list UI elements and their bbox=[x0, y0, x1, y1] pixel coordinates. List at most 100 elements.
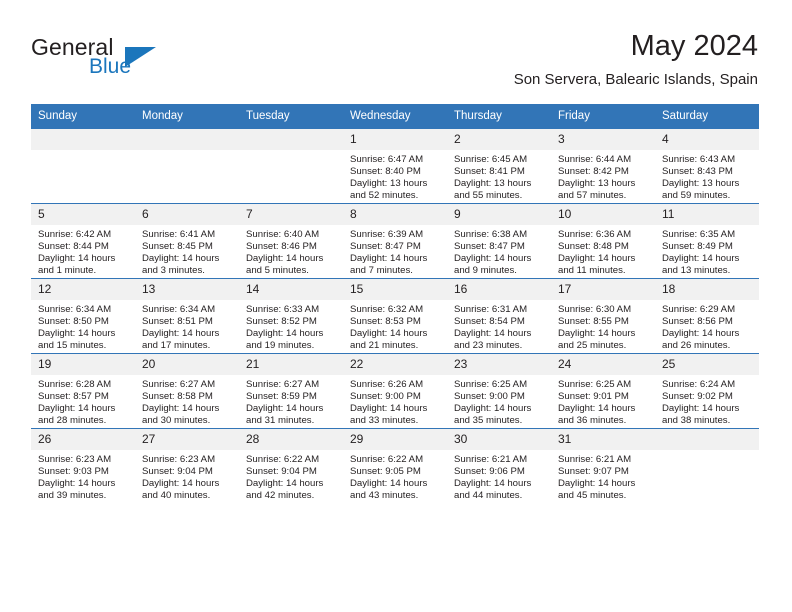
day-number: 5 bbox=[31, 204, 135, 225]
daylight-text-line2: and 11 minutes. bbox=[558, 265, 626, 277]
calendar-day-cell[interactable]: 21 Sunrise: 6:27 AM Sunset: 8:59 PM Dayligh… bbox=[239, 353, 343, 429]
calendar-day-cell[interactable]: 24 Sunrise: 6:25 AM Sunset: 9:01 PM Dayligh… bbox=[551, 353, 655, 429]
daylight-text-line2: and 38 minutes. bbox=[662, 415, 731, 427]
day-number: 8 bbox=[343, 204, 447, 225]
daylight-text-line1: Daylight: 14 hours bbox=[454, 403, 532, 415]
calendar-day-cell[interactable]: 30 Sunrise: 6:21 AM Sunset: 9:06 PM Dayligh… bbox=[447, 428, 551, 503]
sunrise-text: Sunrise: 6:21 AM bbox=[454, 454, 528, 465]
calendar-body: 1 Sunrise: 6:47 AM Sunset: 8:40 PM Daylight… bbox=[31, 129, 759, 503]
calendar-day-cell[interactable]: 27 Sunrise: 6:23 AM Sunset: 9:04 PM Dayligh… bbox=[135, 428, 239, 503]
daylight-text-line2: and 17 minutes. bbox=[142, 340, 211, 352]
calendar-day-cell[interactable]: 17 Sunrise: 6:30 AM Sunset: 8:55 PM Dayligh… bbox=[551, 278, 655, 354]
day-number bbox=[239, 129, 343, 150]
daylight-text-line2: and 25 minutes. bbox=[558, 340, 627, 352]
sunrise-text: Sunrise: 6:38 AM bbox=[454, 229, 528, 240]
calendar-day-cell[interactable]: 15 Sunrise: 6:32 AM Sunset: 8:53 PM Dayligh… bbox=[343, 278, 447, 354]
calendar-day-cell[interactable]: 5 Sunrise: 6:42 AM Sunset: 8:44 PM Daylight… bbox=[31, 203, 135, 279]
calendar-day-cell[interactable]: 28 Sunrise: 6:22 AM Sunset: 9:04 PM Dayligh… bbox=[239, 428, 343, 503]
calendar-day-cell[interactable]: 4 Sunrise: 6:43 AM Sunset: 8:43 PM Daylight… bbox=[655, 129, 759, 204]
calendar-day-cell[interactable]: 12 Sunrise: 6:34 AM Sunset: 8:50 PM Dayligh… bbox=[31, 278, 135, 354]
day-number: 14 bbox=[239, 279, 343, 300]
sunrise-text: Sunrise: 6:44 AM bbox=[558, 154, 632, 165]
calendar-week-row: 12 Sunrise: 6:34 AM Sunset: 8:50 PM Dayligh… bbox=[31, 278, 759, 354]
daylight-text-line2: and 7 minutes. bbox=[350, 265, 413, 277]
calendar-day-cell[interactable]: 26 Sunrise: 6:23 AM Sunset: 9:03 PM Dayligh… bbox=[31, 428, 135, 503]
sunrise-text: Sunrise: 6:40 AM bbox=[246, 229, 320, 240]
daylight-text-line1: Daylight: 14 hours bbox=[246, 403, 324, 415]
daylight-text-line1: Daylight: 14 hours bbox=[350, 253, 428, 265]
calendar-day-cell[interactable]: 9 Sunrise: 6:38 AM Sunset: 8:47 PM Daylight… bbox=[447, 203, 551, 279]
calendar-day-cell[interactable]: 7 Sunrise: 6:40 AM Sunset: 8:46 PM Daylight… bbox=[239, 203, 343, 279]
sunset-text: Sunset: 9:06 PM bbox=[454, 466, 525, 478]
general-blue-logo: General Blue bbox=[31, 34, 231, 90]
sunset-text: Sunset: 9:04 PM bbox=[142, 466, 213, 478]
sunrise-text: Sunrise: 6:23 AM bbox=[142, 454, 216, 465]
sunset-text: Sunset: 8:43 PM bbox=[662, 166, 733, 178]
calendar-day-cell[interactable]: 22 Sunrise: 6:26 AM Sunset: 9:00 PM Dayligh… bbox=[343, 353, 447, 429]
calendar-day-cell[interactable]: 14 Sunrise: 6:33 AM Sunset: 8:52 PM Dayligh… bbox=[239, 278, 343, 354]
sunrise-text: Sunrise: 6:39 AM bbox=[350, 229, 424, 240]
sunset-text: Sunset: 9:01 PM bbox=[558, 391, 629, 403]
sunrise-text: Sunrise: 6:27 AM bbox=[246, 379, 320, 390]
calendar-day-cell[interactable]: 25 Sunrise: 6:24 AM Sunset: 9:02 PM Dayligh… bbox=[655, 353, 759, 429]
sunrise-text: Sunrise: 6:23 AM bbox=[38, 454, 112, 465]
daylight-text-line2: and 59 minutes. bbox=[662, 190, 731, 202]
daylight-text-line2: and 43 minutes. bbox=[350, 490, 419, 502]
day-details: Sunrise: 6:43 AM Sunset: 8:43 PM Daylight:… bbox=[655, 150, 759, 202]
day-details: Sunrise: 6:27 AM Sunset: 8:59 PM Daylight:… bbox=[239, 375, 343, 427]
calendar-day-cell[interactable]: 23 Sunrise: 6:25 AM Sunset: 9:00 PM Dayligh… bbox=[447, 353, 551, 429]
daylight-text-line1: Daylight: 13 hours bbox=[350, 178, 428, 190]
day-number: 21 bbox=[239, 354, 343, 375]
day-details: Sunrise: 6:28 AM Sunset: 8:57 PM Daylight:… bbox=[31, 375, 135, 427]
daylight-text-line1: Daylight: 14 hours bbox=[454, 253, 532, 265]
day-details: Sunrise: 6:38 AM Sunset: 8:47 PM Daylight:… bbox=[447, 225, 551, 277]
calendar-day-cell[interactable]: 16 Sunrise: 6:31 AM Sunset: 8:54 PM Dayligh… bbox=[447, 278, 551, 354]
day-number: 28 bbox=[239, 429, 343, 450]
sunset-text: Sunset: 8:41 PM bbox=[454, 166, 525, 178]
day-details: Sunrise: 6:30 AM Sunset: 8:55 PM Daylight:… bbox=[551, 300, 655, 352]
calendar-day-cell[interactable]: 13 Sunrise: 6:34 AM Sunset: 8:51 PM Dayligh… bbox=[135, 278, 239, 354]
daylight-text-line1: Daylight: 13 hours bbox=[454, 178, 532, 190]
calendar-day-cell[interactable]: 3 Sunrise: 6:44 AM Sunset: 8:42 PM Daylight… bbox=[551, 129, 655, 204]
daylight-text-line1: Daylight: 14 hours bbox=[38, 478, 116, 490]
calendar-day-cell[interactable]: 8 Sunrise: 6:39 AM Sunset: 8:47 PM Daylight… bbox=[343, 203, 447, 279]
calendar-day-cell[interactable]: 18 Sunrise: 6:29 AM Sunset: 8:56 PM Dayligh… bbox=[655, 278, 759, 354]
daylight-text-line2: and 35 minutes. bbox=[454, 415, 523, 427]
sunset-text: Sunset: 9:05 PM bbox=[350, 466, 421, 478]
daylight-text-line2: and 57 minutes. bbox=[558, 190, 627, 202]
calendar-day-cell[interactable]: 29 Sunrise: 6:22 AM Sunset: 9:05 PM Dayligh… bbox=[343, 428, 447, 503]
calendar-day-cell[interactable]: 20 Sunrise: 6:27 AM Sunset: 8:58 PM Dayligh… bbox=[135, 353, 239, 429]
daylight-text-line2: and 44 minutes. bbox=[454, 490, 523, 502]
daylight-text-line1: Daylight: 13 hours bbox=[558, 178, 636, 190]
calendar-week-row: 26 Sunrise: 6:23 AM Sunset: 9:03 PM Dayligh… bbox=[31, 428, 759, 503]
daylight-text-line2: and 39 minutes. bbox=[38, 490, 107, 502]
day-number: 1 bbox=[343, 129, 447, 150]
sunset-text: Sunset: 8:49 PM bbox=[662, 241, 733, 253]
day-details: Sunrise: 6:32 AM Sunset: 8:53 PM Daylight:… bbox=[343, 300, 447, 352]
day-details: Sunrise: 6:47 AM Sunset: 8:40 PM Daylight:… bbox=[343, 150, 447, 202]
day-number: 22 bbox=[343, 354, 447, 375]
sunset-text: Sunset: 8:52 PM bbox=[246, 316, 317, 328]
sunrise-text: Sunrise: 6:43 AM bbox=[662, 154, 736, 165]
daylight-text-line1: Daylight: 14 hours bbox=[662, 403, 740, 415]
sunrise-text: Sunrise: 6:36 AM bbox=[558, 229, 632, 240]
sunset-text: Sunset: 8:50 PM bbox=[38, 316, 109, 328]
calendar-day-cell[interactable]: 6 Sunrise: 6:41 AM Sunset: 8:45 PM Daylight… bbox=[135, 203, 239, 279]
sunset-text: Sunset: 8:48 PM bbox=[558, 241, 629, 253]
weekday-header-thursday: Thursday bbox=[447, 104, 551, 129]
calendar-day-cell[interactable]: 1 Sunrise: 6:47 AM Sunset: 8:40 PM Daylight… bbox=[343, 129, 447, 204]
weekday-headers: Sunday Monday Tuesday Wednesday Thursday Frid… bbox=[31, 104, 759, 129]
daylight-text-line1: Daylight: 14 hours bbox=[142, 403, 220, 415]
day-details: Sunrise: 6:26 AM Sunset: 9:00 PM Daylight:… bbox=[343, 375, 447, 427]
title-block: May 2024 Son Servera, Balearic Islands, … bbox=[514, 28, 758, 91]
sunrise-text: Sunrise: 6:47 AM bbox=[350, 154, 424, 165]
calendar-day-cell[interactable]: 19 Sunrise: 6:28 AM Sunset: 8:57 PM Dayligh… bbox=[31, 353, 135, 429]
day-number: 20 bbox=[135, 354, 239, 375]
calendar-day-cell[interactable]: 11 Sunrise: 6:35 AM Sunset: 8:49 PM Dayligh… bbox=[655, 203, 759, 279]
sunrise-text: Sunrise: 6:32 AM bbox=[350, 304, 424, 315]
calendar-day-cell[interactable]: 10 Sunrise: 6:36 AM Sunset: 8:48 PM Dayligh… bbox=[551, 203, 655, 279]
calendar-day-cell[interactable]: 31 Sunrise: 6:21 AM Sunset: 9:07 PM Dayligh… bbox=[551, 428, 655, 503]
daylight-text-line2: and 28 minutes. bbox=[38, 415, 107, 427]
sunrise-text: Sunrise: 6:25 AM bbox=[454, 379, 528, 390]
calendar-day-cell[interactable]: 2 Sunrise: 6:45 AM Sunset: 8:41 PM Daylight… bbox=[447, 129, 551, 204]
